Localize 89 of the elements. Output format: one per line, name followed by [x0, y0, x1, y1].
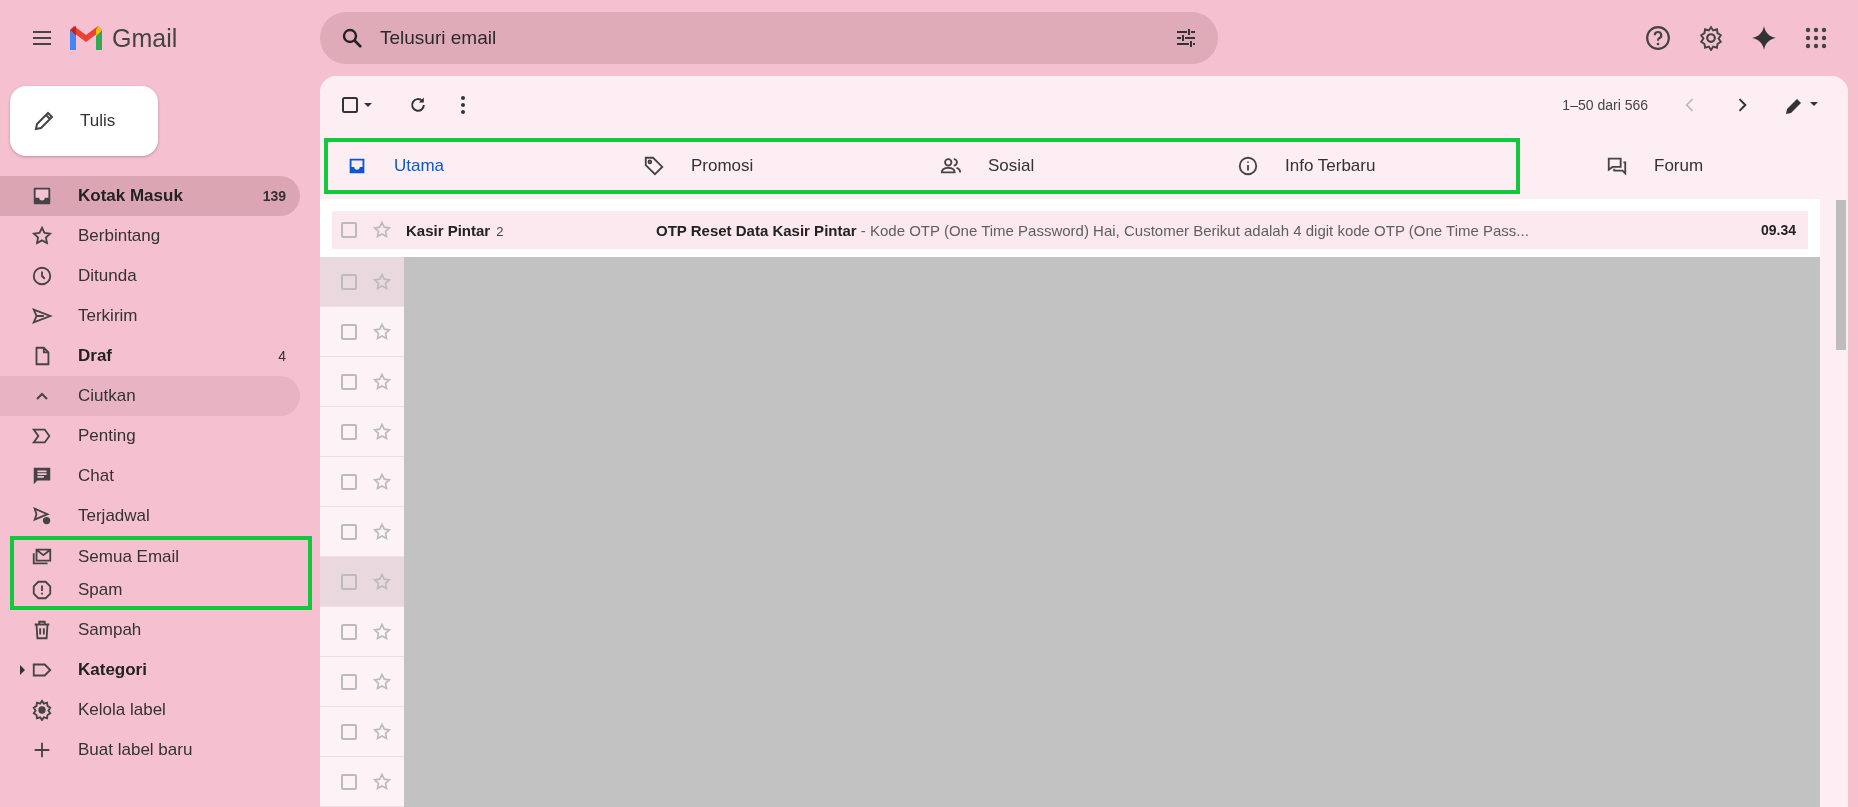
- tag-icon: [643, 155, 665, 178]
- send-icon: [31, 305, 53, 327]
- inbox-icon: [31, 185, 53, 207]
- email-row[interactable]: [320, 307, 404, 357]
- email-row[interactable]: Kasir Pintar 2 OTP Reset Data Kasir Pintar - Kode OTP (One Time Password) Hai, Customer Berikut adalah 4 digit kode OTP (One Time Pass... 09.34: [332, 211, 1808, 249]
- sidebar-item[interactable]: Kotak Masuk 139: [0, 176, 300, 216]
- help-icon[interactable]: [1645, 25, 1671, 51]
- category-tab[interactable]: Utama: [328, 142, 625, 191]
- checkbox[interactable]: [340, 622, 358, 641]
- thread-count: 2: [496, 223, 504, 239]
- star-icon[interactable]: [372, 671, 392, 692]
- checkbox[interactable]: [340, 272, 358, 291]
- pencil-icon: [32, 109, 56, 133]
- category-tab[interactable]: Sosial: [922, 142, 1219, 191]
- email-row[interactable]: [320, 407, 404, 457]
- checkbox[interactable]: [340, 221, 358, 239]
- apps-icon[interactable]: [1804, 26, 1828, 50]
- star-icon[interactable]: [372, 271, 392, 292]
- email-row[interactable]: [320, 357, 404, 407]
- checkbox[interactable]: [340, 422, 358, 441]
- app-name: Gmail: [112, 23, 178, 53]
- star-icon[interactable]: [372, 321, 392, 342]
- checkbox[interactable]: [340, 722, 358, 741]
- star-icon[interactable]: [372, 471, 392, 492]
- email-time: 09.34: [1760, 222, 1796, 238]
- sidebar-item[interactable]: Kategori: [0, 650, 300, 690]
- email-row[interactable]: [320, 557, 404, 607]
- settings-icon: [31, 699, 53, 721]
- sidebar-item[interactable]: Sampah: [0, 610, 300, 650]
- sidebar-item[interactable]: Terjadwal: [0, 496, 300, 536]
- star-icon[interactable]: [372, 771, 392, 792]
- star-icon[interactable]: [372, 721, 392, 742]
- sender-name: Kasir Pintar: [406, 221, 491, 239]
- star-icon: [31, 225, 53, 247]
- checkbox[interactable]: [340, 472, 358, 491]
- compose-button[interactable]: Tulis: [10, 86, 158, 156]
- sidebar-item[interactable]: Terkirim: [0, 296, 300, 336]
- email-row[interactable]: [320, 457, 404, 507]
- checkbox[interactable]: [340, 372, 358, 391]
- clock-icon: [31, 265, 53, 287]
- chevron-up-icon: [35, 391, 49, 401]
- star-icon[interactable]: [372, 621, 392, 642]
- envelope-logo-icon: [68, 24, 104, 52]
- star-icon[interactable]: [372, 220, 392, 240]
- sidebar-item[interactable]: Buat label baru: [0, 730, 300, 770]
- search-icon: [340, 26, 364, 50]
- scrollbar-thumb[interactable]: [1836, 200, 1846, 350]
- checkbox[interactable]: [340, 572, 358, 591]
- filter-icon[interactable]: [1174, 26, 1198, 50]
- sidebar-item[interactable]: Ciutkan: [0, 376, 300, 416]
- email-row[interactable]: [320, 757, 404, 807]
- settings-icon[interactable]: [1698, 25, 1724, 51]
- sidebar-item[interactable]: Semua Email: [14, 540, 304, 573]
- checkbox[interactable]: [340, 772, 358, 791]
- email-row[interactable]: [320, 657, 404, 707]
- search-field[interactable]: Telusuri email: [378, 26, 1160, 50]
- caret-icon[interactable]: [18, 665, 26, 675]
- search-bar[interactable]: Telusuri email: [320, 12, 1218, 64]
- info-icon: [1237, 155, 1259, 178]
- star-icon[interactable]: [372, 371, 392, 392]
- sidebar-item[interactable]: Draf 4: [0, 336, 300, 376]
- sparkle-icon[interactable]: [1751, 25, 1777, 51]
- checkbox[interactable]: [340, 522, 358, 541]
- sidebar-item[interactable]: Berbintang: [0, 216, 300, 256]
- send-clock-icon: [31, 505, 53, 527]
- category-tab[interactable]: Forum: [1520, 142, 1817, 191]
- pagination-text: 1–50 dari 566: [1562, 96, 1648, 113]
- category-tab[interactable]: Info Terbaru: [1219, 142, 1516, 191]
- email-row[interactable]: [320, 507, 404, 557]
- sidebar-item[interactable]: Kelola label: [0, 690, 300, 730]
- unread-count: 4: [278, 348, 286, 364]
- email-preview: OTP Reset Data Kasir Pintar - Kode OTP (One Time Password) Hai, Customer Berikut adalah 4 digit kode OTP (One Time Pass...: [656, 221, 1530, 239]
- sidebar-item[interactable]: Penting: [0, 416, 300, 456]
- sidebar-item[interactable]: Ditunda: [0, 256, 300, 296]
- alert-icon: [31, 578, 53, 601]
- unread-count: 139: [262, 188, 286, 204]
- sidebar-item[interactable]: Chat: [0, 456, 300, 496]
- email-row[interactable]: [320, 707, 404, 757]
- star-icon[interactable]: [372, 421, 392, 442]
- email-row[interactable]: [320, 607, 404, 657]
- forum-icon: [1606, 155, 1628, 178]
- checkbox[interactable]: [340, 322, 358, 341]
- star-icon[interactable]: [372, 571, 392, 592]
- category-tab[interactable]: Promosi: [625, 142, 922, 191]
- more-icon[interactable]: [460, 94, 466, 115]
- checkbox[interactable]: [340, 672, 358, 691]
- sidebar-item[interactable]: Spam: [14, 573, 304, 606]
- star-icon[interactable]: [372, 521, 392, 542]
- email-row[interactable]: [320, 257, 404, 307]
